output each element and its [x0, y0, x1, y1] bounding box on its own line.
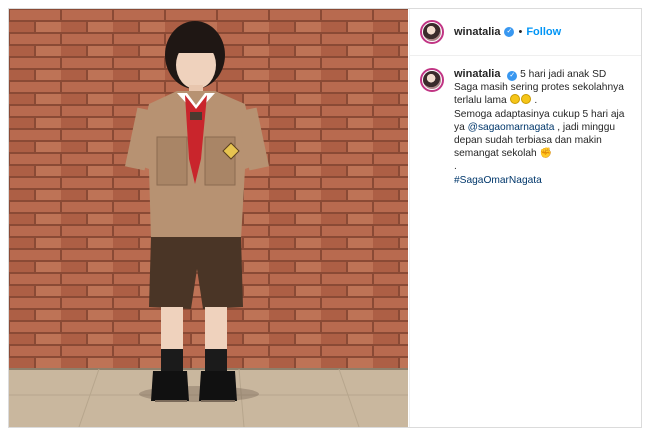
- verified-badge-icon: ✓: [504, 27, 515, 37]
- caption-avatar[interactable]: [420, 68, 444, 92]
- post-header: winatalia ✓ • Follow: [410, 9, 641, 56]
- caption-text: terlalu lama: [454, 95, 507, 107]
- caption-text: semangat sekolah: [454, 148, 537, 160]
- caption-text: ya: [454, 121, 465, 133]
- grin-emoji-icon: [520, 94, 531, 105]
- caption-line: ya @sagaomarnagata , jadi minggu: [454, 121, 632, 134]
- caption-line: depan sudah terbiasa dan makin: [454, 135, 602, 147]
- grin-emoji-icon: [509, 94, 520, 105]
- post-sidebar: winatalia ✓ • Follow winatalia ✓ 5 hari …: [409, 9, 641, 427]
- header-username[interactable]: winatalia: [454, 26, 500, 38]
- follow-button[interactable]: Follow: [526, 26, 561, 38]
- caption-line: Semoga adaptasinya cukup 5 hari aja: [454, 108, 632, 121]
- caption-line: terlalu lama .: [454, 94, 538, 107]
- separator-dot: •: [518, 26, 523, 38]
- mention-link[interactable]: @sagaomarnagata: [468, 122, 555, 133]
- profile-avatar[interactable]: [420, 20, 444, 44]
- hashtag-link[interactable]: #SagaOmarNagata: [454, 175, 542, 186]
- caption-text: , jadi minggu: [557, 121, 616, 133]
- caption-body: winatalia ✓ 5 hari jadi anak SD Saga mas…: [454, 68, 632, 187]
- post-caption: winatalia ✓ 5 hari jadi anak SD Saga mas…: [410, 56, 641, 187]
- caption-line: semangat sekolah ✊: [454, 147, 632, 160]
- post-photo-image: [9, 9, 408, 427]
- verified-badge-icon: ✓: [507, 71, 518, 81]
- post-photo[interactable]: [9, 9, 408, 427]
- caption-line: .: [454, 161, 457, 173]
- caption-line: Saga masih sering protes sekolahnya: [454, 82, 624, 94]
- muscle-emoji-icon: ✊: [539, 148, 552, 160]
- instagram-post: winatalia ✓ • Follow winatalia ✓ 5 hari …: [8, 8, 642, 428]
- caption-line: #SagaOmarNagata: [454, 174, 632, 187]
- caption-username[interactable]: winatalia: [454, 68, 500, 80]
- caption-text: Semoga adaptasinya cukup 5 hari aja: [454, 108, 625, 120]
- caption-line: winatalia ✓ 5 hari jadi anak SD: [454, 68, 632, 81]
- caption-text: 5 hari jadi anak SD: [520, 69, 607, 80]
